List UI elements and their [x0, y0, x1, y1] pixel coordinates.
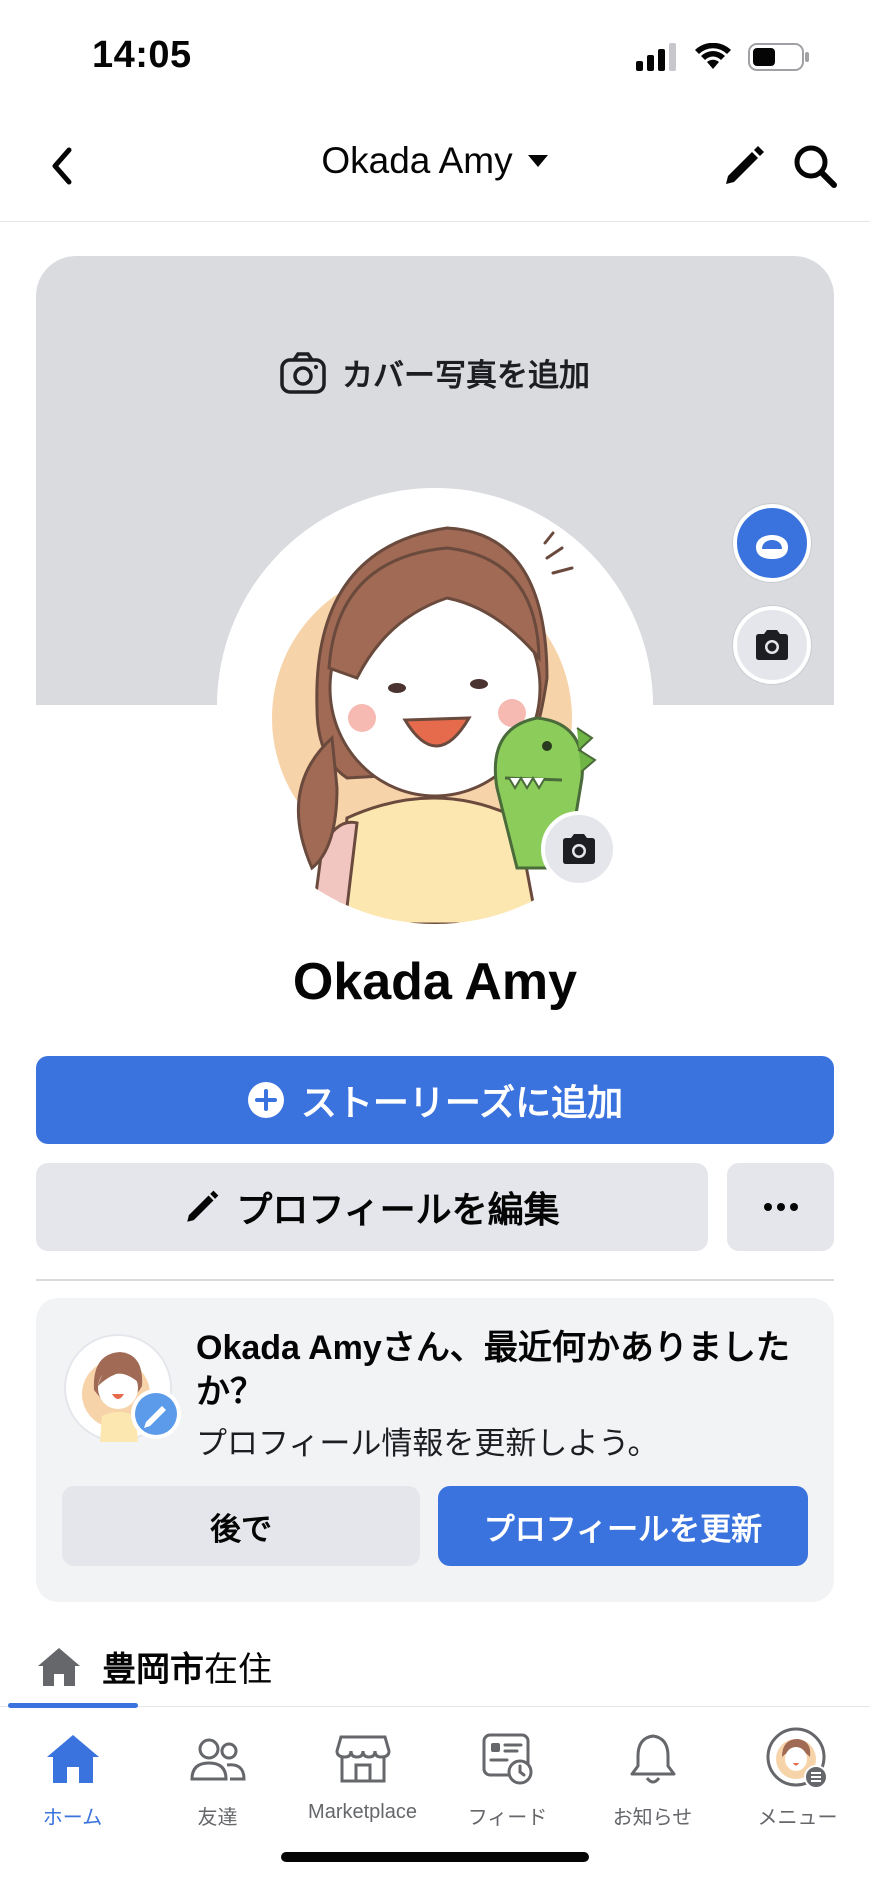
lives-in-city[interactable]: 豊岡市: [102, 1651, 204, 1689]
wifi-icon: [695, 43, 731, 69]
add-to-story-button[interactable]: ストーリーズに追加: [36, 1056, 834, 1144]
tab-menu[interactable]: メニュー: [725, 1727, 870, 1837]
edit-profile-label: プロフィールを編集: [236, 1189, 560, 1230]
add-cover-photo-button[interactable]: カバー写真を追加: [36, 350, 834, 395]
update-profile-button[interactable]: プロフィールを更新: [438, 1486, 808, 1566]
camera-outline-icon: [280, 351, 326, 394]
tab-marketplace[interactable]: Marketplace: [290, 1727, 435, 1837]
prompt-subtitle: プロフィール情報を更新しよう。: [196, 1426, 659, 1461]
search-icon: [794, 145, 837, 188]
edit-profile-button[interactable]: プロフィールを編集: [36, 1163, 708, 1251]
add-cover-photo-label: カバー写真を追加: [342, 358, 590, 393]
status-icons: [636, 42, 810, 72]
edit-badge-icon: [131, 1389, 181, 1439]
tab-feed[interactable]: フィード: [435, 1727, 580, 1837]
pencil-icon: [726, 146, 764, 184]
lives-in-row: 豊岡市在住: [36, 1642, 272, 1691]
status-bar: 14:05: [0, 0, 870, 110]
more-dots-icon: [763, 1203, 798, 1211]
prompt-avatar: [64, 1334, 181, 1442]
feed-icon: [482, 1733, 532, 1785]
edit-button[interactable]: [716, 138, 772, 194]
tab-home[interactable]: ホーム: [0, 1727, 145, 1837]
later-button[interactable]: 後で: [62, 1486, 420, 1566]
home-icon: [46, 1735, 99, 1783]
tab-friends[interactable]: 友達: [145, 1727, 290, 1837]
active-tab-indicator: [8, 1703, 138, 1708]
profile-update-prompt-card: Okada Amyさん、最近何かありましたか？ プロフィール情報を更新しよう。 …: [36, 1298, 834, 1602]
tab-menu-label: メニュー: [757, 1807, 838, 1829]
more-options-button[interactable]: [727, 1163, 834, 1251]
battery-icon: [748, 43, 809, 71]
avatar-button[interactable]: [733, 504, 811, 582]
home-indicator: [281, 1852, 589, 1862]
camera-icon: [563, 834, 595, 864]
profile-nav-bar: Okada Amy: [0, 110, 870, 222]
plus-circle-icon: [247, 1082, 284, 1118]
nav-title: Okada Amy: [321, 140, 513, 181]
add-to-story-label: ストーリーズに追加: [300, 1082, 624, 1123]
cellular-signal-icon: [636, 43, 676, 71]
home-icon: [38, 1647, 80, 1686]
pencil-icon: [187, 1190, 219, 1222]
search-button[interactable]: [787, 138, 843, 194]
camera-icon: [756, 630, 788, 660]
tab-marketplace-label: Marketplace: [308, 1801, 417, 1823]
profile-name: Okada Amy: [292, 953, 578, 1011]
caret-down-icon: [527, 155, 548, 167]
tab-notifications-label: お知らせ: [612, 1807, 693, 1829]
bell-icon: [630, 1734, 675, 1784]
change-profile-picture-button[interactable]: [541, 811, 617, 887]
tab-notifications[interactable]: お知らせ: [580, 1727, 725, 1837]
tab-friends-label: 友達: [197, 1807, 238, 1829]
tab-feed-label: フィード: [467, 1807, 548, 1829]
marketplace-icon: [334, 1735, 391, 1783]
lives-in-suffix: 在住: [204, 1651, 272, 1689]
status-time: 14:05: [92, 34, 192, 76]
change-cover-photo-button[interactable]: [733, 606, 811, 684]
tab-home-label: ホーム: [42, 1807, 103, 1829]
friends-icon: [189, 1738, 246, 1781]
section-divider: [36, 1279, 834, 1281]
prompt-title: Okada Amyさん、最近何かありましたか？: [196, 1329, 790, 1411]
avatar-face-icon: [756, 535, 788, 559]
menu-avatar-icon: [766, 1727, 828, 1789]
